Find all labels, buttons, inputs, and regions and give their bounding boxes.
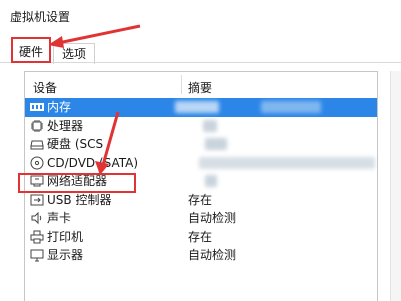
speaker-icon [31,211,42,225]
redacted-summary [205,175,217,187]
device-summary: 存在 [188,229,213,244]
device-row-printer[interactable]: 打印机 存在 [25,228,377,247]
monitor-icon [30,249,44,262]
usb-icon [30,194,44,205]
device-row-usb-controller[interactable]: USB 控制器 存在 [25,191,377,210]
hard-disk-icon [30,140,44,150]
device-summary: 自动检测 [188,211,237,225]
device-list-header: 设备 摘要 [25,72,377,96]
device-name: 硬盘 (SCS [47,137,104,151]
memory-icon [30,103,44,111]
cd-dvd-icon [30,156,44,169]
vm-settings-window: 虚拟机设置 硬件 选项 设备 摘要 内存 处理器 硬盘 (SCS CD/DVD … [0,0,401,301]
device-row-memory[interactable]: 内存 [25,98,377,117]
tab-options[interactable]: 选项 [53,43,95,64]
device-summary: 自动检测 [188,248,237,262]
device-row-display[interactable]: 显示器 自动检测 [25,246,377,265]
column-header-device[interactable]: 设备 [33,79,57,96]
printer-icon [30,230,44,243]
tab-divider [0,62,401,63]
right-edge-panel [390,71,401,301]
device-row-hard-disk[interactable]: 硬盘 (SCS [25,135,377,154]
redacted-summary [203,119,217,132]
device-summary: 存在 [188,192,213,207]
device-name: 打印机 [47,229,84,244]
window-title: 虚拟机设置 [10,10,71,24]
device-name: 内存 [47,100,72,114]
device-name: 声卡 [47,211,72,225]
device-name: 显示器 [47,248,84,262]
column-divider[interactable] [181,75,182,94]
annotation-highlight-box [18,173,136,193]
device-name: CD/DVD (SATA) [47,155,139,170]
tab-bar: 硬件 选项 [0,37,401,64]
device-row-cd-dvd[interactable]: CD/DVD (SATA) [25,154,377,173]
redacted-summary [205,138,227,150]
redacted-summary [261,101,321,113]
redacted-summary [199,156,375,169]
device-row-processor[interactable]: 处理器 [25,117,377,136]
device-name: 处理器 [47,118,84,133]
device-name: USB 控制器 [47,192,112,207]
column-header-summary[interactable]: 摘要 [188,79,212,96]
cpu-icon [31,119,43,132]
tab-hardware[interactable]: 硬件 [11,37,51,63]
device-row-sound-card[interactable]: 声卡 自动检测 [25,209,377,228]
redacted-summary [175,101,219,113]
